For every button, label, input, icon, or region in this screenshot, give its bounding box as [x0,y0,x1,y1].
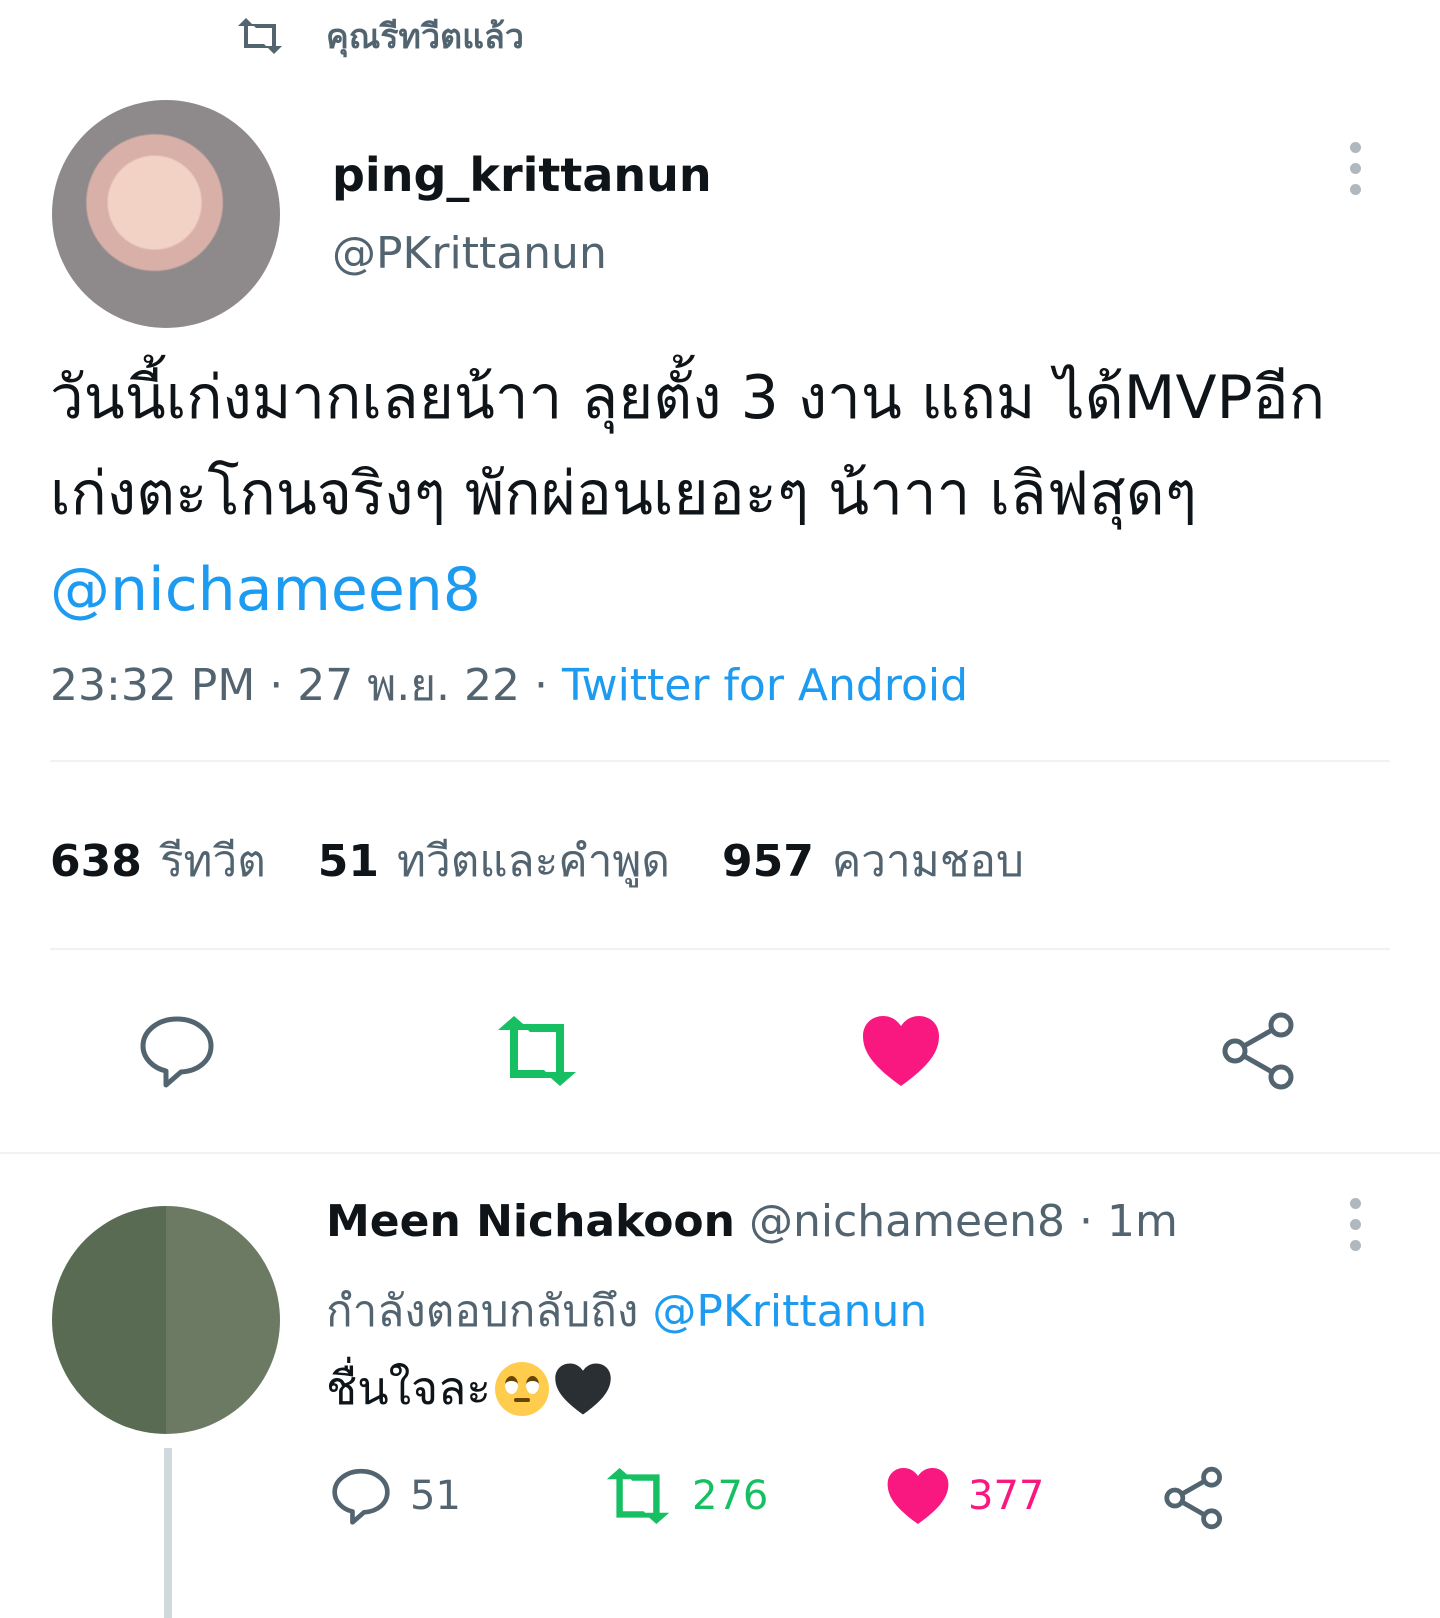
thread-line [164,1448,172,1618]
tweet-stats: 638 รีทวีต 51 ทวีตและคำพูด 957 ความชอบ [50,826,1076,896]
retweets-label: รีทวีต [159,836,266,887]
divider [50,760,1390,762]
black-heart-emoji-icon [553,1362,613,1416]
quotes-stat[interactable]: 51 ทวีตและคำพูด [318,826,670,896]
replying-label: กำลังตอบกลับถึง [326,1286,639,1337]
section-divider [0,1152,1440,1154]
retweet-count: 276 [692,1473,769,1519]
retweet-context-icon [236,16,284,56]
author-display-name[interactable]: ping_krittanun [332,148,712,202]
reply-display-name[interactable]: Meen Nichakoon [326,1196,735,1247]
divider [50,948,1390,950]
reply-avatar[interactable] [52,1206,280,1434]
more-options-icon[interactable] [1348,142,1362,205]
reply-count: 51 [410,1473,461,1519]
reply-text: ชื่นใจละ [326,1352,613,1425]
retweet-icon[interactable] [492,1006,582,1096]
like-icon [886,1466,950,1526]
likes-stat[interactable]: 957 ความชอบ [722,826,1024,896]
replying-to: กำลังตอบกลับถึง @PKrittanun [326,1276,927,1346]
meta-separator: · [1079,1196,1108,1247]
tweet-source[interactable]: Twitter for Android [562,660,968,711]
quotes-count: 51 [317,836,380,887]
likes-count: 957 [721,836,814,887]
reply-share-button[interactable] [1162,1466,1226,1530]
reply-icon [330,1466,392,1526]
reply-header: Meen Nichakoon @nichameen8 · 1m [326,1196,1178,1247]
share-icon [1162,1466,1226,1530]
tweet-meta: 23:32 PM · 27 พ.ย. 22 · Twitter for Andr… [50,650,968,720]
replying-to-link[interactable]: @PKrittanun [652,1286,927,1337]
share-icon[interactable] [1214,1006,1304,1096]
meta-separator: · [269,660,298,711]
tweet-text: วันนี้เก่งมากเลยน้าา ลุยตั้ง 3 งาน แถม ไ… [50,350,1390,638]
author-handle[interactable]: @PKrittanun [332,228,607,279]
retweet-context-label: คุณรีทวีตแล้ว [326,17,524,57]
mention-link[interactable]: @nichameen8 [50,555,481,625]
reply-icon[interactable] [132,1006,222,1096]
quotes-label: ทวีตและคำพูด [397,836,670,887]
retweets-count: 638 [50,836,142,887]
tweet-text-body: วันนี้เก่งมากเลยน้าา ลุยตั้ง 3 งาน แถม ไ… [50,363,1326,529]
likes-label: ความชอบ [831,836,1024,887]
meta-separator: · [534,660,562,711]
like-count: 377 [968,1473,1045,1519]
reply-retweet-button[interactable]: 276 [602,1466,768,1526]
reply-more-options-icon[interactable] [1348,1198,1362,1261]
tweet-time[interactable]: 23:32 PM [50,660,255,711]
avatar[interactable] [52,100,280,328]
reply-reply-button[interactable]: 51 [330,1466,461,1526]
retweet-icon [602,1466,674,1526]
reply-text-body: ชื่นใจละ [326,1361,491,1415]
reply-like-button[interactable]: 377 [886,1466,1044,1526]
reply-handle[interactable]: @nichameen8 [749,1196,1065,1247]
tweet-date[interactable]: 27 พ.ย. 22 [297,660,520,711]
like-icon[interactable] [856,1006,946,1096]
rolling-eyes-emoji-icon [494,1361,549,1416]
reply-time[interactable]: 1m [1107,1196,1178,1247]
retweets-stat[interactable]: 638 รีทวีต [50,826,266,896]
retweet-context: คุณรีทวีตแล้ว [236,6,524,66]
